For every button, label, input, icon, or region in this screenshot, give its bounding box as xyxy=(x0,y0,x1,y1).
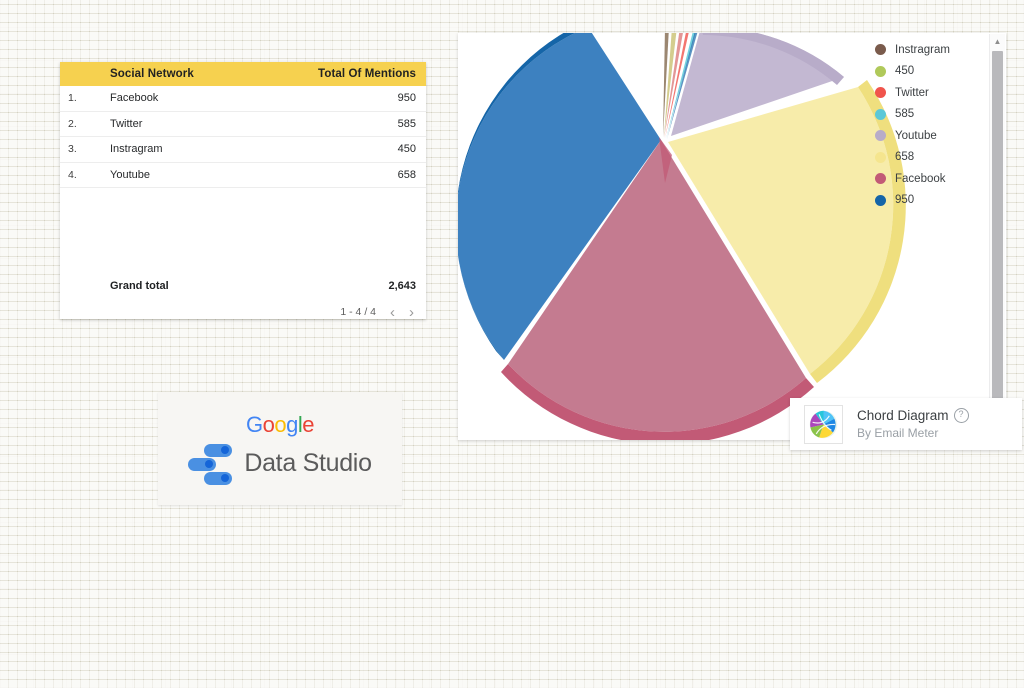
row-index: 1. xyxy=(68,92,77,105)
google-letter-g2: g xyxy=(286,411,298,437)
legend-label: 950 xyxy=(895,194,915,207)
header-social-network[interactable]: Social Network xyxy=(110,68,296,80)
help-icon[interactable]: ? xyxy=(953,408,969,423)
legend-item[interactable]: Youtube xyxy=(875,125,980,147)
grand-total-row: Grand total 2,643 xyxy=(60,273,426,299)
row-total-mentions: 658 xyxy=(397,168,416,181)
attribution-title-row: Chord Diagram ? xyxy=(857,408,969,423)
legend-item[interactable]: 450 xyxy=(875,61,980,83)
legend-item[interactable]: Facebook xyxy=(875,168,980,190)
row-social-network: Facebook xyxy=(110,92,159,105)
row-index: 4. xyxy=(68,168,77,181)
legend-swatch-icon xyxy=(875,151,886,163)
legend-label: Instragram xyxy=(895,43,950,56)
legend-label: Facebook xyxy=(895,172,946,185)
attribution-author: By Email Meter xyxy=(857,426,939,440)
next-page-icon[interactable]: › xyxy=(409,305,414,320)
legend-swatch-icon xyxy=(875,130,886,142)
google-letter-o1: o xyxy=(262,411,275,437)
legend-swatch-icon xyxy=(875,108,886,120)
table-row[interactable]: 3. Instragram 450 xyxy=(60,137,426,163)
chord-diagram-panel[interactable]: Instragram 450 Twitter 585 Youtube 658 F… xyxy=(458,33,1006,440)
data-studio-wordmark: Data Studio xyxy=(244,449,372,477)
chart-legend: Instragram 450 Twitter 585 Youtube 658 F… xyxy=(875,39,980,211)
attribution-text: Chord Diagram ? By Email Meter xyxy=(857,408,969,440)
pagination-range: 1 - 4 / 4 xyxy=(340,306,376,318)
legend-label: 585 xyxy=(895,108,915,121)
table-row[interactable]: 1. Facebook 950 xyxy=(60,86,426,112)
legend-swatch-icon xyxy=(875,194,886,206)
legend-swatch-icon xyxy=(875,44,886,56)
data-studio-lockup: Data Studio xyxy=(188,443,372,485)
legend-swatch-icon xyxy=(875,87,886,99)
row-index: 2. xyxy=(68,117,77,130)
scroll-up-icon[interactable]: ▲ xyxy=(990,34,1005,48)
table-row[interactable]: 2. Twitter 585 xyxy=(60,112,426,137)
legend-label: 658 xyxy=(895,151,915,164)
row-social-network: Twitter xyxy=(110,117,143,130)
table-empty-space xyxy=(60,188,426,273)
grand-total-value: 2,643 xyxy=(388,280,416,292)
legend-item[interactable]: 950 xyxy=(875,190,980,212)
google-letter-g: G xyxy=(245,411,263,437)
mentions-table-card: Social Network Total Of Mentions 1. Face… xyxy=(60,62,426,320)
google-letter-o2: o xyxy=(274,411,287,437)
legend-item[interactable]: Twitter xyxy=(875,82,980,104)
google-letter-e: e xyxy=(302,411,314,437)
row-social-network: Instragram xyxy=(110,143,163,156)
legend-item[interactable]: 658 xyxy=(875,147,980,169)
panel-scrollbar[interactable]: ▲ xyxy=(989,34,1005,439)
legend-label: Youtube xyxy=(895,129,937,142)
chord-diagram-icon xyxy=(804,404,843,444)
legend-label: Twitter xyxy=(895,86,929,99)
grand-total-label: Grand total xyxy=(110,280,169,292)
google-wordmark: Google xyxy=(245,411,315,437)
table-header-row: Social Network Total Of Mentions xyxy=(60,62,426,86)
legend-item[interactable]: 585 xyxy=(875,104,980,126)
data-studio-icon xyxy=(188,443,233,485)
row-total-mentions: 585 xyxy=(397,117,416,130)
row-total-mentions: 950 xyxy=(397,92,416,105)
row-total-mentions: 450 xyxy=(397,143,416,156)
legend-item[interactable]: Instragram xyxy=(875,39,980,61)
table-pagination: 1 - 4 / 4 ‹ › xyxy=(60,299,426,325)
legend-label: 450 xyxy=(895,65,915,78)
prev-page-icon[interactable]: ‹ xyxy=(390,305,395,320)
header-total-of-mentions[interactable]: Total Of Mentions xyxy=(296,68,426,80)
legend-swatch-icon xyxy=(875,65,886,77)
google-data-studio-logo-card: Google Data Studio xyxy=(158,392,402,505)
legend-swatch-icon xyxy=(875,173,886,185)
row-index: 3. xyxy=(68,143,77,156)
chord-diagram-attribution-card[interactable]: Chord Diagram ? By Email Meter xyxy=(790,398,1022,450)
attribution-title: Chord Diagram xyxy=(857,408,949,423)
chord-icon-graphic xyxy=(809,410,838,438)
scrollbar-thumb[interactable] xyxy=(992,51,1003,406)
row-social-network: Youtube xyxy=(110,168,150,181)
table-row[interactable]: 4. Youtube 658 xyxy=(60,163,426,188)
